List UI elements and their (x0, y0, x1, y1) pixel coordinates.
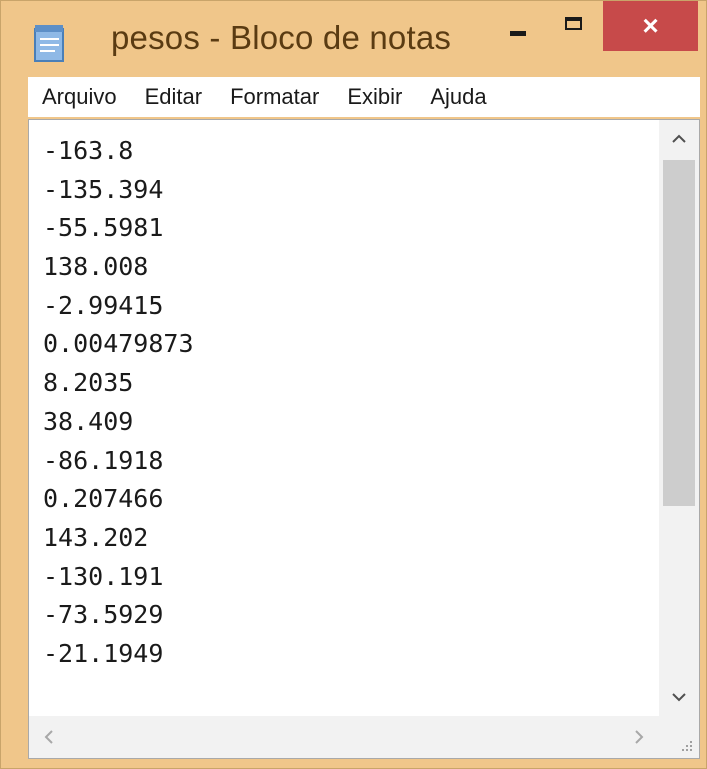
menu-exibir[interactable]: Exibir (333, 84, 416, 110)
text-line: 38.409 (43, 406, 134, 436)
scroll-left-icon[interactable] (29, 716, 69, 758)
menu-arquivo[interactable]: Arquivo (28, 84, 131, 110)
text-line: -21.1949 (43, 638, 164, 668)
title-bar[interactable]: pesos - Bloco de notas × (1, 1, 706, 75)
text-line: -2.99415 (43, 290, 164, 320)
text-content[interactable]: -163.8 -135.394 -55.5981 138.008 -2.9941… (29, 120, 659, 716)
window-title: pesos - Bloco de notas (111, 19, 452, 56)
resize-grip-icon[interactable] (681, 740, 693, 752)
text-line: -163.8 (43, 136, 134, 165)
text-line: 0.207466 (43, 484, 164, 514)
horizontal-scrollbar[interactable] (29, 716, 659, 758)
text-line: -55.5981 (43, 213, 164, 243)
text-line: -135.394 (43, 174, 164, 204)
notepad-window: pesos - Bloco de notas × Arquivo Editar … (0, 0, 707, 769)
text-line: -86.1918 (43, 445, 164, 475)
menu-bar: Arquivo Editar Formatar Exibir Ajuda (28, 77, 700, 117)
text-line: 8.2035 (43, 368, 134, 398)
editor-area[interactable]: -163.8 -135.394 -55.5981 138.008 -2.9941… (28, 119, 700, 759)
menu-ajuda[interactable]: Ajuda (416, 84, 500, 110)
close-icon: × (642, 10, 659, 41)
maximize-button[interactable] (547, 5, 599, 51)
maximize-icon (564, 16, 582, 30)
menu-formatar[interactable]: Formatar (216, 84, 333, 110)
minimize-icon (510, 30, 526, 36)
text-line: 138.008 (43, 252, 149, 282)
text-line: 143.202 (43, 522, 149, 552)
vertical-scrollbar[interactable] (659, 120, 699, 716)
scroll-down-icon[interactable] (659, 678, 699, 716)
text-line: -73.5929 (43, 600, 164, 630)
resize-corner[interactable] (659, 716, 699, 758)
scroll-up-icon[interactable] (659, 120, 699, 158)
menu-editar[interactable]: Editar (131, 84, 216, 110)
notepad-icon[interactable] (33, 23, 67, 63)
text-line: 0.00479873 (43, 329, 194, 359)
vertical-scroll-thumb[interactable] (663, 160, 695, 506)
scroll-right-icon[interactable] (619, 716, 659, 758)
close-button[interactable]: × (603, 1, 698, 51)
minimize-button[interactable] (495, 5, 541, 51)
text-line: -130.191 (43, 561, 164, 591)
